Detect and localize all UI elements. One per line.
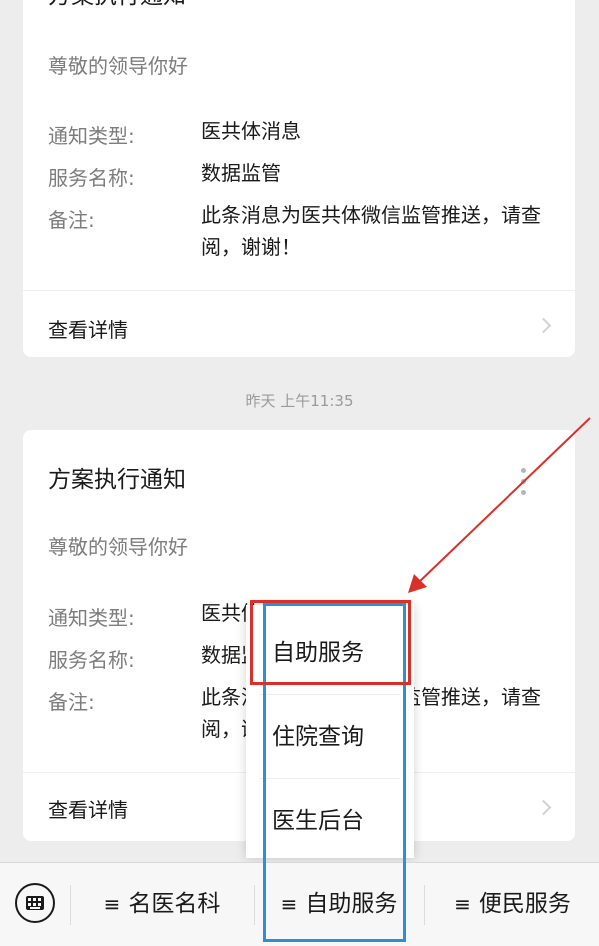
annotation-arrow bbox=[408, 417, 591, 593]
